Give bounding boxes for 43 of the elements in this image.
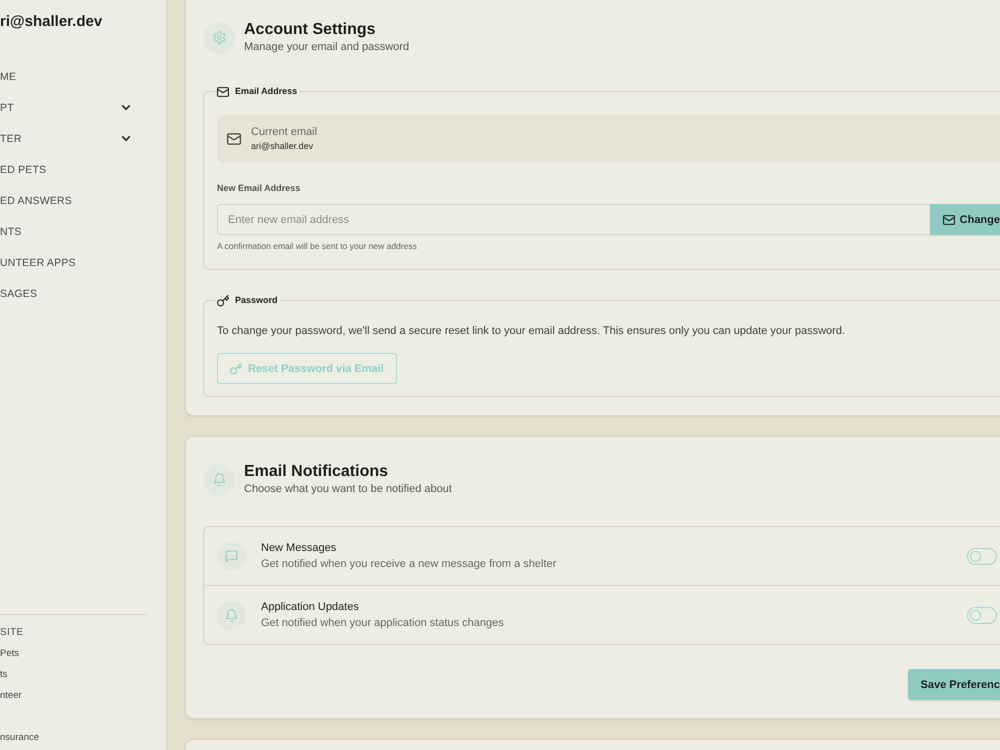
current-email-label: Current email [251,125,318,140]
toggle-switch[interactable] [967,606,997,624]
mail-icon [942,214,955,226]
field-label: New Email Address [217,182,302,194]
footer-link[interactable]: Pets [0,643,20,664]
footer-link[interactable]: ts [0,664,8,685]
option-description: Get notified when you receive a new message from a shelter [261,556,558,572]
password-description: To change your password, we'll send a secure reset link to your email address. This ensures only you can update your password. [217,324,846,339]
change-email-button[interactable]: Change [930,204,1000,235]
helper-text: A confirmation email will be sent to your new address [217,240,418,252]
section-subtitle: Manage your email and password [244,40,410,55]
nav-item[interactable]: ED ANSWERS [0,185,166,216]
nav-item[interactable]: ED PETS [0,154,166,185]
footer-heading: SITE [0,626,24,640]
option-title: New Messages [261,540,338,556]
save-preferences-button[interactable]: Save Preferenc [908,669,1000,700]
nav-item[interactable]: PT [0,92,166,123]
section-title: Account Settings [244,20,377,39]
settings-icon [203,22,235,54]
nav-item[interactable]: NTS [0,216,166,247]
user-email: ri@shaller.dev [0,13,104,31]
key-icon [230,362,242,374]
section-title: Email Notifications [244,462,390,481]
nav-item[interactable]: ME [0,61,166,92]
nav-item[interactable]: SAGES [0,278,166,309]
current-email-value: ari@shaller.dev [251,140,314,153]
section-subtitle: Choose what you want to be notified about [244,482,452,497]
message-icon [217,542,246,570]
group-label: Email Address [235,85,298,98]
bell-icon [217,600,246,630]
key-icon [217,294,229,306]
nav-item[interactable]: TER [0,123,166,154]
footer-link[interactable]: nteer [0,685,22,706]
email-input[interactable]: Enter new email address [217,204,930,235]
option-title: Application Updates [261,600,360,614]
toggle-switch[interactable] [967,548,997,564]
mail-icon [217,86,229,98]
mail-icon [227,132,241,146]
footer-link[interactable]: nsurance [0,727,40,748]
option-description: Get notified when your application status changes [261,616,505,630]
nav-item[interactable]: UNTEER APPS [0,247,166,278]
bell-icon [203,464,235,496]
group-label: Password [235,294,278,307]
